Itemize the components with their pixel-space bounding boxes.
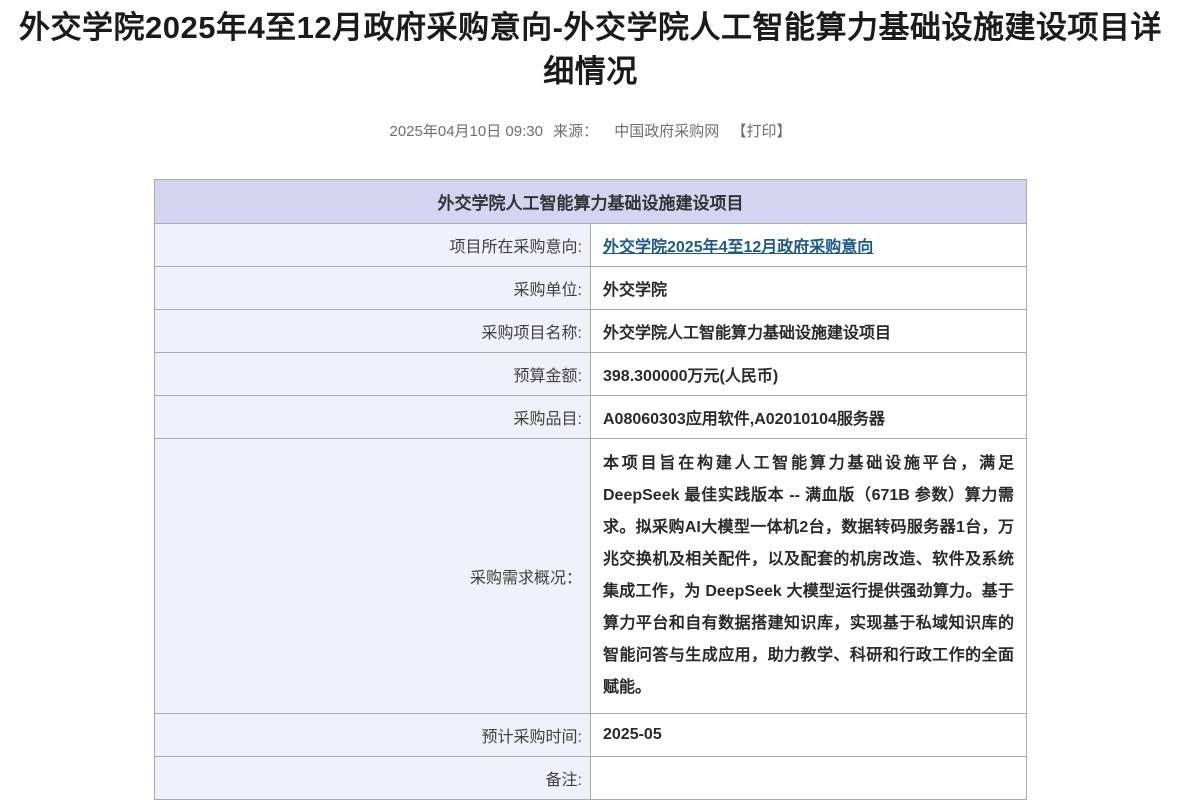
detail-table-body: 项目所在采购意向:外交学院2025年4至12月政府采购意向采购单位:外交学院采购… [155, 224, 1027, 800]
table-row-expected-time: 预计采购时间:2025-05 [155, 714, 1027, 757]
meta-line: 2025年04月10日 09:30 来源： 中国政府采购网 【打印】 [0, 120, 1181, 141]
table-row-remarks: 备注: [155, 757, 1027, 800]
table-row-requirement-summary: 采购需求概况：本项目旨在构建人工智能算力基础设施平台，满足 DeepSeek 最… [155, 439, 1027, 714]
row-value-procurement-intention: 外交学院2025年4至12月政府采购意向 [591, 224, 1027, 267]
row-value-budget-amount: 398.300000万元(人民币) [591, 353, 1027, 396]
row-label-project-name: 采购项目名称: [155, 310, 591, 353]
table-header-title: 外交学院人工智能算力基础设施建设项目 [155, 180, 1027, 224]
print-button[interactable]: 【打印】 [731, 123, 791, 140]
row-label-expected-time: 预计采购时间: [155, 714, 591, 757]
table-header-row: 外交学院人工智能算力基础设施建设项目 [155, 180, 1027, 224]
row-label-budget-amount: 预算金额: [155, 353, 591, 396]
row-label-remarks: 备注: [155, 757, 591, 800]
procurement-intention-link[interactable]: 外交学院2025年4至12月政府采购意向 [603, 239, 873, 256]
source-label: 来源： [553, 123, 598, 140]
source-name: 中国政府采购网 [614, 123, 719, 140]
table-row-purchasing-unit: 采购单位:外交学院 [155, 267, 1027, 310]
page: 外交学院2025年4至12月政府采购意向-外交学院人工智能算力基础设施建设项目详… [0, 6, 1181, 800]
row-value-procurement-items: A08060303应用软件,A02010104服务器 [591, 396, 1027, 439]
row-label-purchasing-unit: 采购单位: [155, 267, 591, 310]
table-row-project-name: 采购项目名称:外交学院人工智能算力基础设施建设项目 [155, 310, 1027, 353]
publish-datetime: 2025年04月10日 09:30 [389, 123, 542, 140]
row-label-procurement-items: 采购品目: [155, 396, 591, 439]
detail-table-head: 外交学院人工智能算力基础设施建设项目 [155, 180, 1027, 224]
table-row-procurement-intention: 项目所在采购意向: 外交学院2025年4至12月政府采购意向 [155, 224, 1027, 267]
row-value-remarks [591, 757, 1027, 800]
row-label-procurement-intention: 项目所在采购意向: [155, 224, 591, 267]
page-title: 外交学院2025年4至12月政府采购意向-外交学院人工智能算力基础设施建设项目详… [5, 6, 1177, 94]
row-label-requirement-summary: 采购需求概况： [155, 439, 591, 714]
row-value-project-name: 外交学院人工智能算力基础设施建设项目 [591, 310, 1027, 353]
row-value-purchasing-unit: 外交学院 [591, 267, 1027, 310]
table-row-budget-amount: 预算金额:398.300000万元(人民币) [155, 353, 1027, 396]
table-row-procurement-items: 采购品目:A08060303应用软件,A02010104服务器 [155, 396, 1027, 439]
row-value-expected-time: 2025-05 [591, 714, 1027, 757]
detail-table: 外交学院人工智能算力基础设施建设项目 项目所在采购意向: 外交学院2025年4至1… [154, 179, 1027, 800]
row-value-requirement-summary: 本项目旨在构建人工智能算力基础设施平台，满足 DeepSeek 最佳实践版本 -… [591, 439, 1027, 714]
